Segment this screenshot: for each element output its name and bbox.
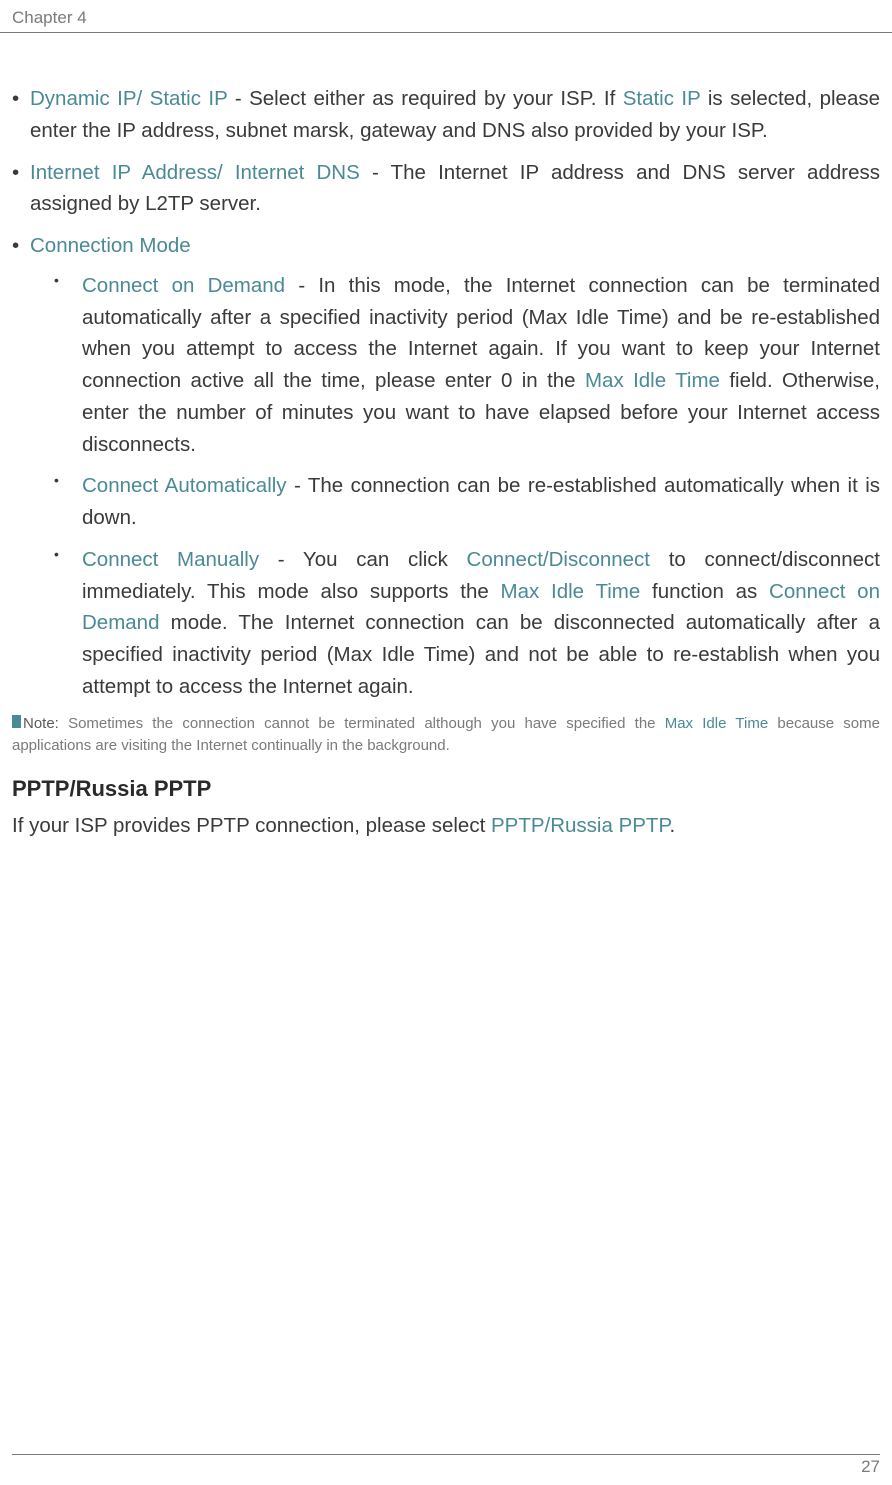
note-block: Note: Sometimes the connection cannot be… (12, 713, 880, 758)
term-connection-mode: Connection Mode (30, 234, 191, 257)
term-static-ip: Static IP (623, 87, 701, 110)
term-connect-demand: Connect on Demand (82, 274, 285, 297)
text: - Select either as required by your ISP.… (227, 87, 622, 110)
list-item: Connect on Demand - In this mode, the In… (30, 270, 880, 461)
list-item: Internet IP Address/ Internet DNS - The … (12, 157, 880, 221)
page-number: 27 (12, 1454, 880, 1477)
section-paragraph: If your ISP provides PPTP connection, pl… (12, 810, 880, 842)
list-item: Dynamic IP/ Static IP - Select either as… (12, 83, 880, 147)
page-content: Dynamic IP/ Static IP - Select either as… (0, 33, 892, 842)
list-item: Connection Mode Connect on Demand - In t… (12, 230, 880, 703)
bullet-list: Dynamic IP/ Static IP - Select either as… (12, 83, 880, 703)
text: - You can click (259, 548, 466, 571)
list-item: Connect Automatically - The connection c… (30, 470, 880, 534)
list-item: Connect Manually - You can click Connect… (30, 544, 880, 703)
term-internet-ip: Internet IP Address/ Internet DNS (30, 161, 360, 184)
sub-bullet-list: Connect on Demand - In this mode, the In… (30, 270, 880, 703)
term-connect-disconnect: Connect/Disconnect (467, 548, 650, 571)
text: mode. The Internet connection can be dis… (82, 611, 880, 698)
chapter-label: Chapter 4 (12, 8, 87, 28)
term-dynamic-static: Dynamic IP/ Static IP (30, 87, 227, 110)
text: If your ISP provides PPTP connection, pl… (12, 814, 491, 837)
note-icon (12, 715, 21, 728)
term-max-idle-2: Max Idle Time (501, 580, 641, 603)
text: . (669, 814, 675, 837)
term-max-idle: Max Idle Time (585, 369, 720, 392)
term-max-idle-note: Max Idle Time (665, 715, 768, 732)
term-connect-manual: Connect Manually (82, 548, 259, 571)
page-header: Chapter 4 (0, 0, 892, 33)
note-label: Note: (23, 715, 59, 732)
text: Sometimes the connection cannot be termi… (59, 715, 665, 732)
section-title: PPTP/Russia PPTP (12, 776, 880, 802)
text: function as (640, 580, 769, 603)
term-connect-auto: Connect Automatically (82, 474, 287, 497)
term-pptp: PPTP/Russia PPTP (491, 814, 670, 837)
